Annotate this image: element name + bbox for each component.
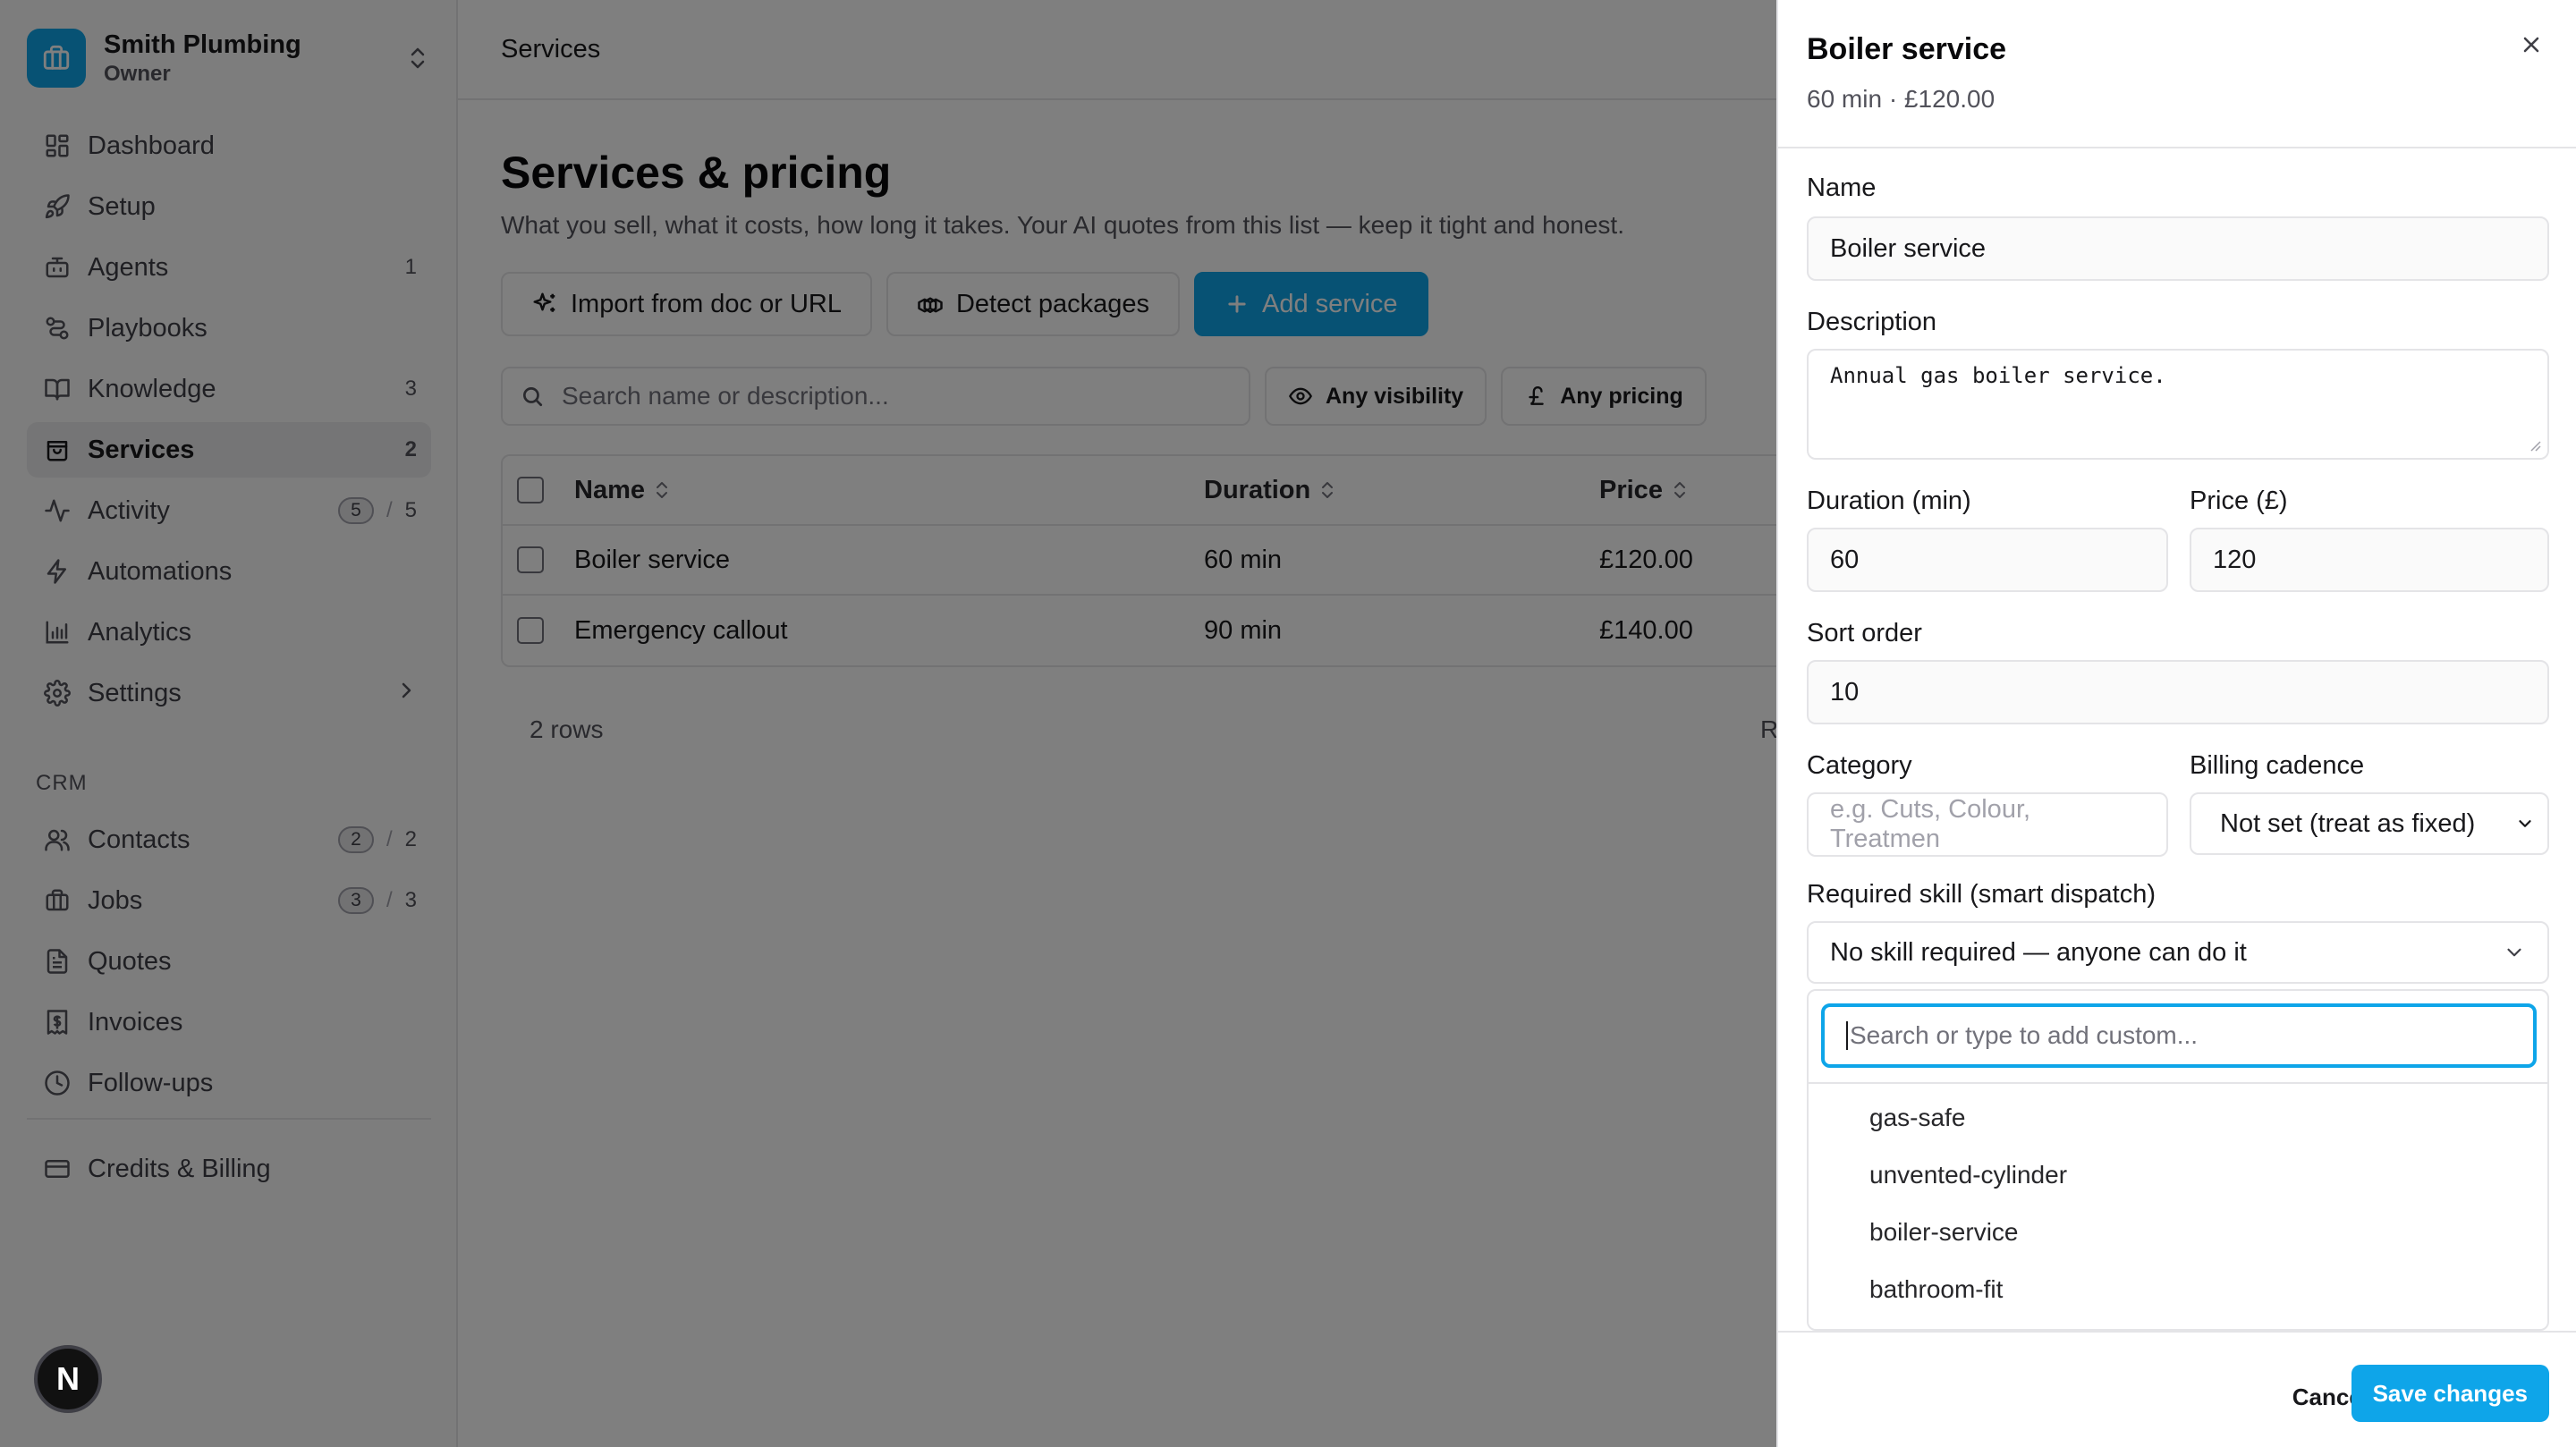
name-field[interactable]: Boiler service [1807,216,2549,281]
duration-field[interactable]: 60 [1807,528,2168,592]
category-field[interactable]: e.g. Cuts, Colour, Treatmen [1807,792,2168,857]
skill-option[interactable]: boiler-service [1869,1218,2019,1247]
badge-letter: N [56,1360,80,1397]
skill-option[interactable]: bathroom-fit [1869,1275,2003,1304]
drawer-footer: Cancel Save changes [1778,1331,2576,1447]
billing-cadence-select[interactable]: Not set (treat as fixed) [2190,792,2549,855]
chevron-down-icon [2507,948,2521,957]
description-label: Description [1807,308,1937,336]
skill-search-placeholder: Search or type to add custom... [1850,1021,2199,1049]
text-caret [1846,1021,1848,1050]
billing-cadence-value: Not set (treat as fixed) [2220,808,2476,838]
drawer-subtitle: 60 min · £120.00 [1807,85,1996,113]
skill-option[interactable]: unvented-cylinder [1869,1161,2067,1189]
description-value: Annual gas boiler service. [1830,363,2166,388]
description-field[interactable]: Annual gas boiler service. [1807,349,2549,460]
price-label: Price (£) [2190,487,2288,515]
duration-label: Duration (min) [1807,487,1971,515]
modal-backdrop[interactable] [0,0,1776,1447]
category-label: Category [1807,751,1912,780]
save-changes-button[interactable]: Save changes [2351,1365,2549,1422]
required-skill-value: No skill required — anyone can do it [1830,937,2247,967]
resize-handle-icon [2530,441,2541,452]
close-button[interactable] [2513,27,2549,63]
skill-dropdown: Search or type to add custom... gas-safe… [1807,989,2549,1331]
sort-order-label: Sort order [1807,619,1922,647]
skill-option[interactable]: gas-safe [1869,1104,1965,1132]
drawer-title: Boiler service [1807,32,2007,66]
drawer-header: Boiler service 60 min · £120.00 [1778,0,2576,148]
required-skill-label: Required skill (smart dispatch) [1807,880,2157,909]
dev-tools-badge[interactable]: N [34,1345,102,1413]
dropdown-divider [1809,1082,2547,1084]
required-skill-select[interactable]: No skill required — anyone can do it [1807,921,2549,984]
chevron-down-icon [2519,820,2531,827]
edit-service-drawer: Boiler service 60 min · £120.00 Name Boi… [1776,0,2576,1447]
price-field[interactable]: 120 [2190,528,2549,592]
close-icon [2523,37,2539,53]
billing-cadence-label: Billing cadence [2190,751,2365,780]
name-label: Name [1807,173,1877,202]
skill-search-input[interactable]: Search or type to add custom... [1821,1003,2537,1068]
sort-order-field[interactable]: 10 [1807,660,2549,724]
